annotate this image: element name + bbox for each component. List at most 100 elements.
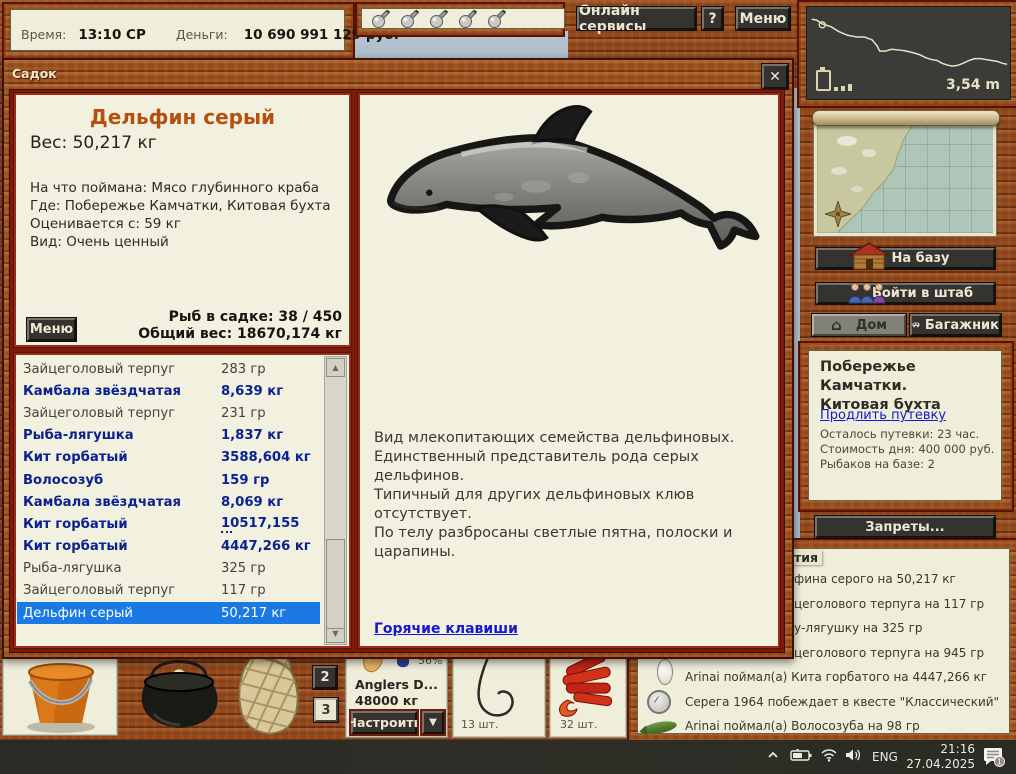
fish-detail-line: Где: Побережье Камчатки, Китовая бухта bbox=[30, 197, 331, 215]
fish-row-name: Волосозуб bbox=[23, 473, 221, 488]
event-entry: у-лягушку на 325 гр bbox=[794, 616, 923, 640]
fish-description-panel: Вид млекопитающих семейства дельфиновых.… bbox=[357, 92, 781, 649]
to-base-button[interactable]: На базу bbox=[816, 248, 995, 269]
fish-row-name: Зайцеголовый терпуг bbox=[23, 406, 221, 421]
people-icon bbox=[848, 282, 886, 304]
crab-bait-slot[interactable]: 32 шт. bbox=[549, 650, 627, 738]
fish-row-name: Зайцеголовый терпуг bbox=[23, 583, 221, 598]
event-text: цеголового терпуга на 117 гр bbox=[794, 597, 984, 611]
flask-panel bbox=[355, 2, 565, 37]
dialog-menu-button[interactable]: Меню bbox=[27, 318, 76, 341]
flask-icon[interactable] bbox=[457, 9, 478, 28]
location-panel: Побережье Камчатки. Китовая бухта Продли… bbox=[798, 341, 1014, 512]
rod-3-button[interactable]: 3 bbox=[314, 698, 338, 722]
fish-detail-line: На что поймана: Мясо глубинного краба bbox=[30, 179, 331, 197]
chevron-down-icon: ▼ bbox=[429, 717, 437, 728]
scroll-up-icon[interactable]: ▲ bbox=[326, 358, 345, 377]
location-info-line: Рыбаков на базе: 2 bbox=[820, 457, 994, 472]
online-services-label: Онлайн сервисы bbox=[579, 3, 694, 35]
fish-description-line: Типичный для других дельфиновых клюв отс… bbox=[374, 486, 780, 524]
minimap[interactable] bbox=[812, 110, 998, 238]
enter-hq-button[interactable]: Войти в штаб bbox=[816, 283, 995, 304]
fish-list-row[interactable]: Зайцеголовый терпуг 117 гр bbox=[17, 580, 320, 602]
trunk-button[interactable]: Багажник bbox=[910, 314, 1001, 336]
fish-list-row[interactable]: Рыба-лягушка 1,837 кг bbox=[17, 425, 320, 447]
fish-row-weight: 325 гр bbox=[221, 561, 266, 576]
scrollbar-thumb[interactable] bbox=[326, 539, 345, 629]
event-entry: фина серого на 50,217 кг bbox=[794, 567, 956, 591]
hook-count: 13 шт. bbox=[461, 718, 498, 731]
clock[interactable]: 21:16 27.04.2025 bbox=[905, 742, 975, 772]
status-panel: Время: 13:10 СР Деньги: 10 690 991 129 р… bbox=[2, 2, 355, 60]
bucket-slot[interactable] bbox=[2, 656, 118, 736]
rod-2-button[interactable]: 2 bbox=[313, 666, 337, 689]
cauldron-icon bbox=[130, 654, 230, 738]
keepnet-count: Рыб в садке: 38 / 450 bbox=[138, 309, 342, 326]
cauldron-item[interactable] bbox=[130, 654, 230, 738]
location-title: Побережье Камчатки. Китовая бухта bbox=[820, 358, 1001, 415]
fish-list-row[interactable]: Кит горбатый 4447,266 кг bbox=[17, 536, 320, 558]
depth-chart-panel: 3,54 m bbox=[797, 0, 1016, 108]
fish-row-weight: 159 гр bbox=[221, 473, 269, 488]
creel-item[interactable] bbox=[228, 650, 308, 738]
fish-list-row[interactable]: Кит горбатый 3588,604 кг bbox=[17, 447, 320, 469]
rod-3-label: 3 bbox=[321, 703, 330, 718]
enter-hq-label: Войти в штаб bbox=[872, 286, 973, 301]
hotkeys-link[interactable]: Горячие клавиши bbox=[374, 621, 518, 637]
fish-list-row[interactable]: Дельфин серый 50,217 кг bbox=[17, 602, 320, 624]
fish-description-line: Единственный представитель рода серых де… bbox=[374, 448, 780, 486]
home-button[interactable]: ⌂ Дом bbox=[812, 314, 906, 336]
location-info-line: Стоимость дня: 400 000 руб. bbox=[820, 442, 994, 457]
bans-button[interactable]: Запреты... bbox=[815, 516, 995, 538]
fish-list-row[interactable]: Волосозуб 159 гр bbox=[17, 469, 320, 491]
notification-icon[interactable]: 1 bbox=[982, 747, 1006, 767]
fish-list[interactable]: Зайцеголовый терпуг 283 гр Камбала звёзд… bbox=[17, 358, 320, 624]
top-menu-button[interactable]: Меню bbox=[736, 7, 790, 30]
fish-name: Дельфин серый bbox=[14, 105, 351, 129]
fish-row-weight: 117 гр bbox=[221, 583, 266, 598]
flask-icon[interactable] bbox=[486, 9, 507, 28]
hook-slot[interactable]: 13 шт. bbox=[452, 650, 546, 738]
battery-tray-icon[interactable] bbox=[790, 749, 812, 762]
clock-time: 21:16 bbox=[905, 742, 975, 757]
location-body: Побережье Камчатки. Китовая бухта Продли… bbox=[808, 350, 1002, 501]
language-indicator[interactable]: ENG bbox=[872, 750, 898, 764]
flask-icon[interactable] bbox=[399, 9, 420, 28]
time-value: 13:10 СР bbox=[78, 27, 145, 43]
configure-button[interactable]: Настроить bbox=[351, 711, 417, 734]
fish-list-row[interactable]: Камбала звёздчатая 8,069 кг bbox=[17, 491, 320, 513]
help-button[interactable]: ? bbox=[702, 7, 723, 30]
fish-list-row[interactable]: Зайцеголовый терпуг 283 гр bbox=[17, 358, 320, 380]
bottom-bar: 2 3 56% Anglers D... 48000 кг Настроить … bbox=[0, 648, 1016, 742]
home-label: Дом bbox=[856, 318, 887, 333]
keepnet-dialog: Садок ✕ Дельфин серый Вес: 50,217 кг На … bbox=[2, 58, 794, 659]
wifi-icon[interactable] bbox=[820, 748, 838, 762]
rod-slot[interactable]: 56% Anglers D... 48000 кг Настроить ▼ bbox=[345, 650, 448, 738]
fish-row-weight: 231 гр bbox=[221, 406, 266, 421]
fish-row-weight: 1,837 кг bbox=[221, 428, 283, 443]
map-scroll-roll bbox=[812, 110, 1000, 126]
fish-list-scrollbar[interactable]: ▲ ▼ bbox=[324, 356, 347, 645]
fish-row-name: Кит горбатый bbox=[23, 539, 221, 554]
fish-detail-line: Оценивается с: 59 кг bbox=[30, 215, 331, 233]
rod-dropdown-button[interactable]: ▼ bbox=[422, 711, 444, 734]
fish-list-row[interactable]: Кит горбатый 10517,155 bbox=[17, 513, 320, 535]
time-money-row: Время: 13:10 СР Деньги: 10 690 991 129 р… bbox=[21, 27, 399, 43]
to-base-label: На базу bbox=[891, 251, 949, 266]
battery-icon bbox=[816, 70, 831, 91]
fish-row-weight: 50,217 кг bbox=[221, 606, 286, 621]
flask-icon[interactable] bbox=[370, 9, 391, 28]
fish-list-row[interactable]: Зайцеголовый терпуг 231 гр bbox=[17, 402, 320, 424]
online-services-button[interactable]: Онлайн сервисы bbox=[577, 7, 696, 30]
fish-list-row[interactable]: Рыба-лягушка 325 гр bbox=[17, 558, 320, 580]
fish-list-row[interactable]: Камбала звёздчатая 8,639 кг bbox=[17, 380, 320, 402]
tray-chevron-icon[interactable] bbox=[766, 748, 780, 762]
rod-capacity: 48000 кг bbox=[355, 693, 418, 709]
extend-permit-link[interactable]: Продлить путевку bbox=[820, 408, 946, 423]
fish-row-weight: 283 гр bbox=[221, 362, 266, 377]
money-label: Деньги: bbox=[176, 27, 228, 42]
fish-row-weight: 8,069 кг bbox=[221, 495, 283, 510]
close-button[interactable]: ✕ bbox=[762, 64, 788, 89]
flask-icon[interactable] bbox=[428, 9, 449, 28]
speaker-icon[interactable] bbox=[845, 748, 863, 762]
